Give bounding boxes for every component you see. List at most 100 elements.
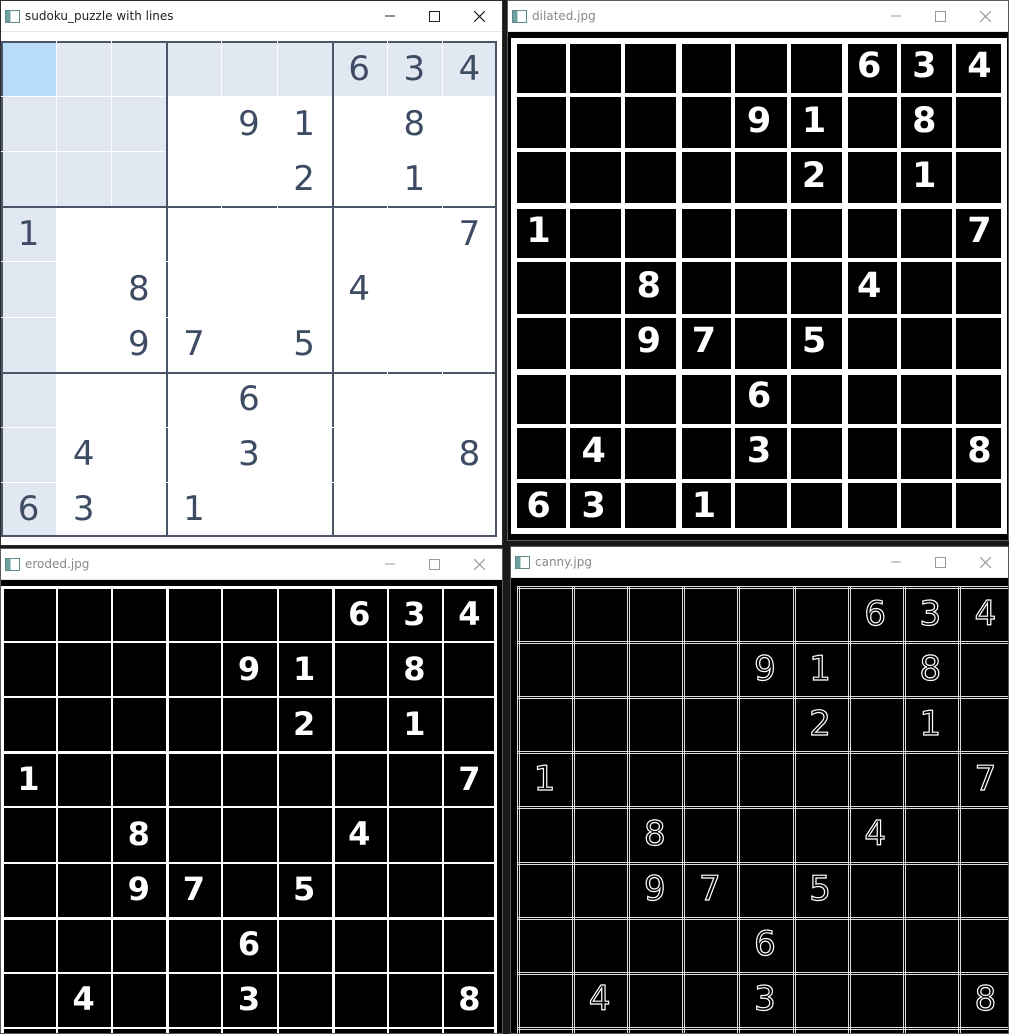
sudoku-cell[interactable] [386,261,442,317]
sudoku-cell[interactable] [386,206,442,262]
sudoku-cell[interactable] [331,426,387,482]
sudoku-cell[interactable] [441,371,497,427]
sudoku-cell[interactable] [386,316,442,372]
sudoku-cell[interactable]: 8 [386,96,442,152]
sudoku-cell[interactable] [386,371,442,427]
sudoku-cell[interactable] [276,261,332,317]
puzzle-canvas[interactable]: 6349182117849756438631 [1,32,502,545]
sudoku-cell[interactable] [386,481,442,537]
sudoku-cell[interactable]: 3 [221,426,277,482]
maximize-button[interactable] [918,1,963,31]
sudoku-cell[interactable] [331,481,387,537]
sudoku-cell[interactable] [276,481,332,537]
window-sudoku-puzzle[interactable]: sudoku_puzzle with lines 634918211784975… [0,0,503,546]
sudoku-cell[interactable] [1,426,57,482]
sudoku-cell[interactable]: 3 [386,41,442,97]
sudoku-cell[interactable]: 4 [331,261,387,317]
maximize-button[interactable] [412,1,457,31]
sudoku-cell[interactable] [111,96,167,152]
sudoku-cell[interactable] [221,481,277,537]
sudoku-cell[interactable]: 3 [56,481,112,537]
sudoku-cell[interactable] [221,206,277,262]
sudoku-cell[interactable] [331,96,387,152]
sudoku-cell[interactable]: 1 [276,96,332,152]
sudoku-cell[interactable] [441,96,497,152]
sudoku-grid[interactable]: 6349182117849756438631 [1,41,497,537]
sudoku-cell[interactable] [276,206,332,262]
sudoku-cell[interactable] [111,151,167,207]
sudoku-cell[interactable] [331,151,387,207]
sudoku-cell[interactable]: 4 [441,41,497,97]
sudoku-cell[interactable]: 1 [1,206,57,262]
sudoku-cell[interactable] [166,261,222,317]
maximize-button[interactable] [412,549,457,579]
sudoku-cell[interactable] [111,481,167,537]
sudoku-cell[interactable] [1,316,57,372]
sudoku-cell[interactable] [221,41,277,97]
sudoku-cell[interactable]: 4 [56,426,112,482]
sudoku-cell[interactable] [386,426,442,482]
sudoku-cell[interactable] [441,151,497,207]
sudoku-cell[interactable] [221,261,277,317]
sudoku-cell[interactable] [331,206,387,262]
close-button[interactable] [457,1,502,31]
sudoku-cell[interactable] [441,261,497,317]
sudoku-cell[interactable]: 2 [276,151,332,207]
sudoku-cell[interactable]: 6 [1,481,57,537]
sudoku-cell[interactable] [1,151,57,207]
sudoku-cell[interactable] [166,371,222,427]
sudoku-cell[interactable] [56,206,112,262]
close-button[interactable] [457,549,502,579]
sudoku-cell[interactable] [56,151,112,207]
sudoku-cell[interactable] [56,96,112,152]
minimize-button[interactable] [873,547,918,577]
close-button[interactable] [963,547,1008,577]
sudoku-cell[interactable]: 7 [166,316,222,372]
sudoku-cell[interactable] [166,426,222,482]
sudoku-cell[interactable] [56,371,112,427]
sudoku-cell[interactable] [56,41,112,97]
window-eroded[interactable]: eroded.jpg 6349182117849756438631 [0,548,503,1034]
maximize-button[interactable] [918,547,963,577]
sudoku-cell[interactable] [166,96,222,152]
sudoku-cell[interactable] [111,206,167,262]
sudoku-cell[interactable] [166,41,222,97]
sudoku-cell[interactable] [111,426,167,482]
sudoku-cell[interactable] [56,261,112,317]
sudoku-cell[interactable] [1,41,57,97]
sudoku-cell[interactable] [1,96,57,152]
close-button[interactable] [963,1,1008,31]
sudoku-cell[interactable] [276,41,332,97]
sudoku-cell[interactable] [56,316,112,372]
sudoku-cell[interactable] [441,481,497,537]
sudoku-cell[interactable]: 1 [386,151,442,207]
sudoku-cell[interactable] [276,371,332,427]
sudoku-cell[interactable] [166,206,222,262]
window-canny[interactable]: canny.jpg 6349182117849756438631 [510,546,1009,1034]
sudoku-cell[interactable] [111,41,167,97]
minimize-button[interactable] [367,1,412,31]
title-bar[interactable]: eroded.jpg [1,549,502,580]
sudoku-cell[interactable] [1,371,57,427]
sudoku-cell[interactable] [1,261,57,317]
sudoku-cell[interactable]: 8 [441,426,497,482]
title-bar[interactable]: canny.jpg [511,547,1008,578]
sudoku-cell[interactable]: 9 [111,316,167,372]
minimize-button[interactable] [367,549,412,579]
window-dilated[interactable]: dilated.jpg 6349182117849756438631 [507,0,1009,541]
sudoku-cell[interactable] [331,371,387,427]
sudoku-cell[interactable]: 1 [166,481,222,537]
sudoku-cell[interactable] [276,426,332,482]
sudoku-cell[interactable]: 8 [111,261,167,317]
sudoku-cell[interactable]: 7 [441,206,497,262]
sudoku-cell[interactable] [331,316,387,372]
sudoku-cell[interactable]: 9 [221,96,277,152]
sudoku-cell[interactable] [441,316,497,372]
sudoku-cell[interactable]: 6 [221,371,277,427]
sudoku-cell[interactable] [221,316,277,372]
title-bar[interactable]: sudoku_puzzle with lines [1,1,502,32]
minimize-button[interactable] [873,1,918,31]
sudoku-cell[interactable] [111,371,167,427]
sudoku-cell[interactable]: 6 [331,41,387,97]
sudoku-cell[interactable] [221,151,277,207]
